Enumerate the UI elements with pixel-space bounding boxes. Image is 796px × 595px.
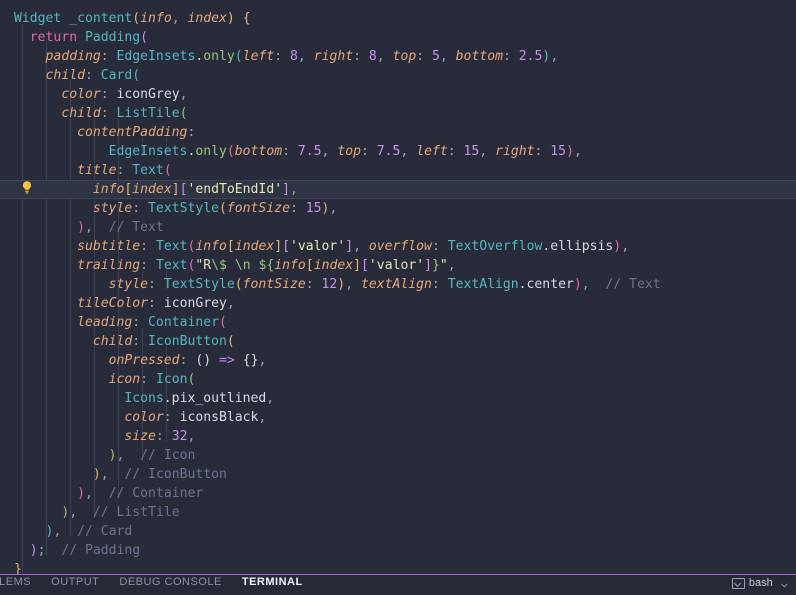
code-line[interactable]: Icons.pix_outlined, [0, 389, 796, 408]
code-line[interactable]: style: TextStyle(fontSize: 15), [0, 199, 796, 218]
code-line[interactable]: child: Card( [0, 66, 796, 85]
panel-tab-debug-console[interactable]: DEBUG CONSOLE [109, 575, 231, 595]
code-line[interactable]: contentPadding: [0, 123, 796, 142]
code-line[interactable]: ), // Icon [0, 446, 796, 465]
split-terminal-icon[interactable]: ⌵ [779, 575, 790, 595]
code-line[interactable]: ), // Container [0, 484, 796, 503]
code-line[interactable]: child: ListTile( [0, 104, 796, 123]
code-line[interactable]: onPressed: () => {}, [0, 351, 796, 370]
terminal-icon [731, 577, 745, 589]
code-line[interactable]: tileColor: iconGrey, [0, 294, 796, 313]
code-line[interactable]: icon: Icon( [0, 370, 796, 389]
code-line[interactable]: title: Text( [0, 161, 796, 180]
code-line[interactable]: } [0, 560, 796, 574]
code-line[interactable]: child: IconButton( [0, 332, 796, 351]
panel-tab-terminal[interactable]: TERMINAL [232, 575, 313, 595]
code-line[interactable]: return Padding( [0, 28, 796, 47]
code-line[interactable]: padding: EdgeInsets.only(left: 8, right:… [0, 47, 796, 66]
code-editor[interactable]: Widget _content(info, index) { return Pa… [0, 0, 796, 574]
code-line[interactable]: trailing: Text("R\$ \n ${info[index]['va… [0, 256, 796, 275]
code-line[interactable]: ), // Text [0, 218, 796, 237]
code-line[interactable]: leading: Container( [0, 313, 796, 332]
code-line[interactable]: style: TextStyle(fontSize: 12), textAlig… [0, 275, 796, 294]
code-line[interactable]: Widget _content(info, index) { [0, 9, 796, 28]
lightbulb-icon[interactable] [20, 180, 34, 196]
code-line[interactable]: subtitle: Text(info[index]['valor'], ove… [0, 237, 796, 256]
panel-actions: bash ⌵ [731, 575, 796, 595]
code-line[interactable]: EdgeInsets.only(bottom: 7.5, top: 7.5, l… [0, 142, 796, 161]
terminal-selector[interactable]: bash [731, 575, 773, 595]
panel-tab-output[interactable]: OUTPUT [41, 575, 109, 595]
code-line[interactable]: color: iconsBlack, [0, 408, 796, 427]
code-line[interactable]: size: 32, [0, 427, 796, 446]
code-line[interactable]: color: iconGrey, [0, 85, 796, 104]
code-line-current[interactable]: info[index]['endToEndId'], [0, 180, 796, 199]
code-line[interactable]: ), // Card [0, 522, 796, 541]
terminal-name: bash [748, 577, 773, 589]
code-line[interactable]: ); // Padding [0, 541, 796, 560]
panel-tab-problems[interactable]: PROBLEMS [0, 575, 41, 595]
code-lines: Widget _content(info, index) { return Pa… [0, 0, 796, 574]
panel-tab-list: PROBLEMS OUTPUT DEBUG CONSOLE TERMINAL [0, 575, 313, 595]
code-line[interactable]: ), // IconButton [0, 465, 796, 484]
code-line[interactable]: ), // ListTile [0, 503, 796, 522]
vscode-window: Widget _content(info, index) { return Pa… [0, 0, 796, 595]
bottom-panel: PROBLEMS OUTPUT DEBUG CONSOLE TERMINAL b… [0, 574, 796, 595]
